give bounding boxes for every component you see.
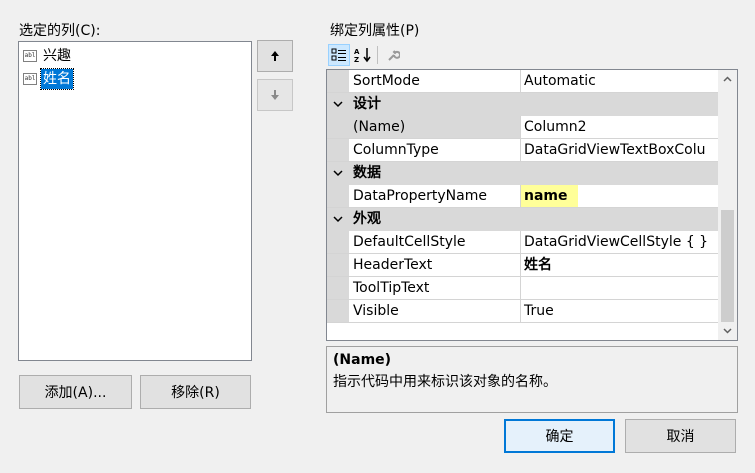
property-value[interactable]: name [521, 185, 719, 207]
property-row-columntype[interactable]: ColumnType DataGridViewTextBoxColu [327, 139, 719, 162]
property-name: Visible [349, 300, 521, 322]
property-name: DataPropertyName [349, 185, 521, 207]
property-row-datapropertyname[interactable]: DataPropertyName name [327, 185, 719, 208]
selected-columns-list[interactable]: abl 兴趣 abl 姓名 [18, 41, 252, 361]
add-button[interactable]: 添加(A)... [19, 375, 132, 409]
scroll-up-button[interactable] [718, 70, 737, 88]
property-row-sortmode[interactable]: SortMode Automatic [327, 70, 719, 93]
vertical-scrollbar[interactable] [718, 70, 737, 340]
ok-button[interactable]: 确定 [504, 419, 615, 453]
alphabetical-button[interactable]: A Z [352, 44, 374, 66]
property-value[interactable]: DataGridViewTextBoxColu [521, 139, 719, 161]
chevron-down-icon [723, 328, 732, 334]
property-value[interactable]: Automatic [521, 70, 719, 92]
properties-label: 绑定列属性(P) [330, 23, 420, 39]
property-name: DefaultCellStyle [349, 231, 521, 253]
alphabetical-icon: A Z [354, 48, 371, 63]
description-panel: (Name) 指示代码中用来标识该对象的名称。 [326, 346, 738, 413]
category-appearance[interactable]: 外观 [327, 208, 719, 231]
category-label: 数据 [353, 165, 381, 181]
svg-text:Z: Z [354, 56, 359, 63]
remove-button[interactable]: 移除(R) [140, 375, 251, 409]
property-name: HeaderText [349, 254, 521, 276]
categorized-icon [331, 48, 346, 61]
chevron-down-icon[interactable] [333, 169, 343, 177]
description-title: (Name) [333, 352, 392, 368]
property-pages-button[interactable] [382, 44, 404, 66]
property-value[interactable]: Column2 [521, 116, 719, 138]
property-row-headertext[interactable]: HeaderText 姓名 [327, 254, 719, 277]
property-name: ToolTipText [349, 277, 521, 299]
arrow-down-icon [271, 90, 279, 100]
svg-text:A: A [354, 48, 360, 56]
category-label: 设计 [353, 96, 381, 112]
property-value[interactable]: DataGridViewCellStyle { } [521, 231, 719, 253]
property-name: (Name) [349, 116, 521, 138]
category-design[interactable]: 设计 [327, 93, 719, 116]
category-label: 外观 [353, 211, 381, 227]
scrollbar-thumb[interactable] [721, 210, 734, 322]
property-value[interactable]: 姓名 [521, 254, 719, 276]
highlighted-value: name [521, 185, 578, 207]
property-name: SortMode [349, 70, 521, 92]
property-value[interactable]: True [521, 300, 719, 322]
property-row-name[interactable]: (Name) Column2 [327, 116, 719, 139]
list-item-label: 姓名 [40, 68, 74, 90]
list-item-label: 兴趣 [43, 48, 71, 64]
wrench-icon [388, 50, 400, 61]
property-name: ColumnType [349, 139, 521, 161]
property-grid[interactable]: SortMode Automatic 设计 (Name) Column2 Col… [326, 69, 738, 341]
categorized-button[interactable] [328, 44, 350, 66]
move-down-button[interactable] [257, 79, 293, 111]
list-item[interactable]: abl 兴趣 [23, 45, 73, 67]
selected-columns-label: 选定的列(C): [19, 23, 101, 39]
text-column-icon: abl [23, 50, 37, 62]
arrow-up-icon [271, 51, 279, 61]
description-text: 指示代码中用来标识该对象的名称。 [333, 374, 557, 390]
scroll-down-button[interactable] [718, 322, 737, 340]
cancel-button[interactable]: 取消 [625, 419, 736, 453]
category-data[interactable]: 数据 [327, 162, 719, 185]
text-column-icon: abl [23, 73, 37, 85]
chevron-down-icon[interactable] [333, 215, 343, 223]
move-up-button[interactable] [257, 40, 293, 72]
toolbar-separator [377, 46, 378, 64]
property-value[interactable] [521, 277, 719, 299]
list-item[interactable]: abl 姓名 [23, 68, 74, 90]
chevron-up-icon [723, 76, 732, 82]
chevron-down-icon[interactable] [333, 100, 343, 108]
property-row-defaultcellstyle[interactable]: DefaultCellStyle DataGridViewCellStyle {… [327, 231, 719, 254]
property-row-visible[interactable]: Visible True [327, 300, 719, 323]
property-row-tooltiptext[interactable]: ToolTipText [327, 277, 719, 300]
